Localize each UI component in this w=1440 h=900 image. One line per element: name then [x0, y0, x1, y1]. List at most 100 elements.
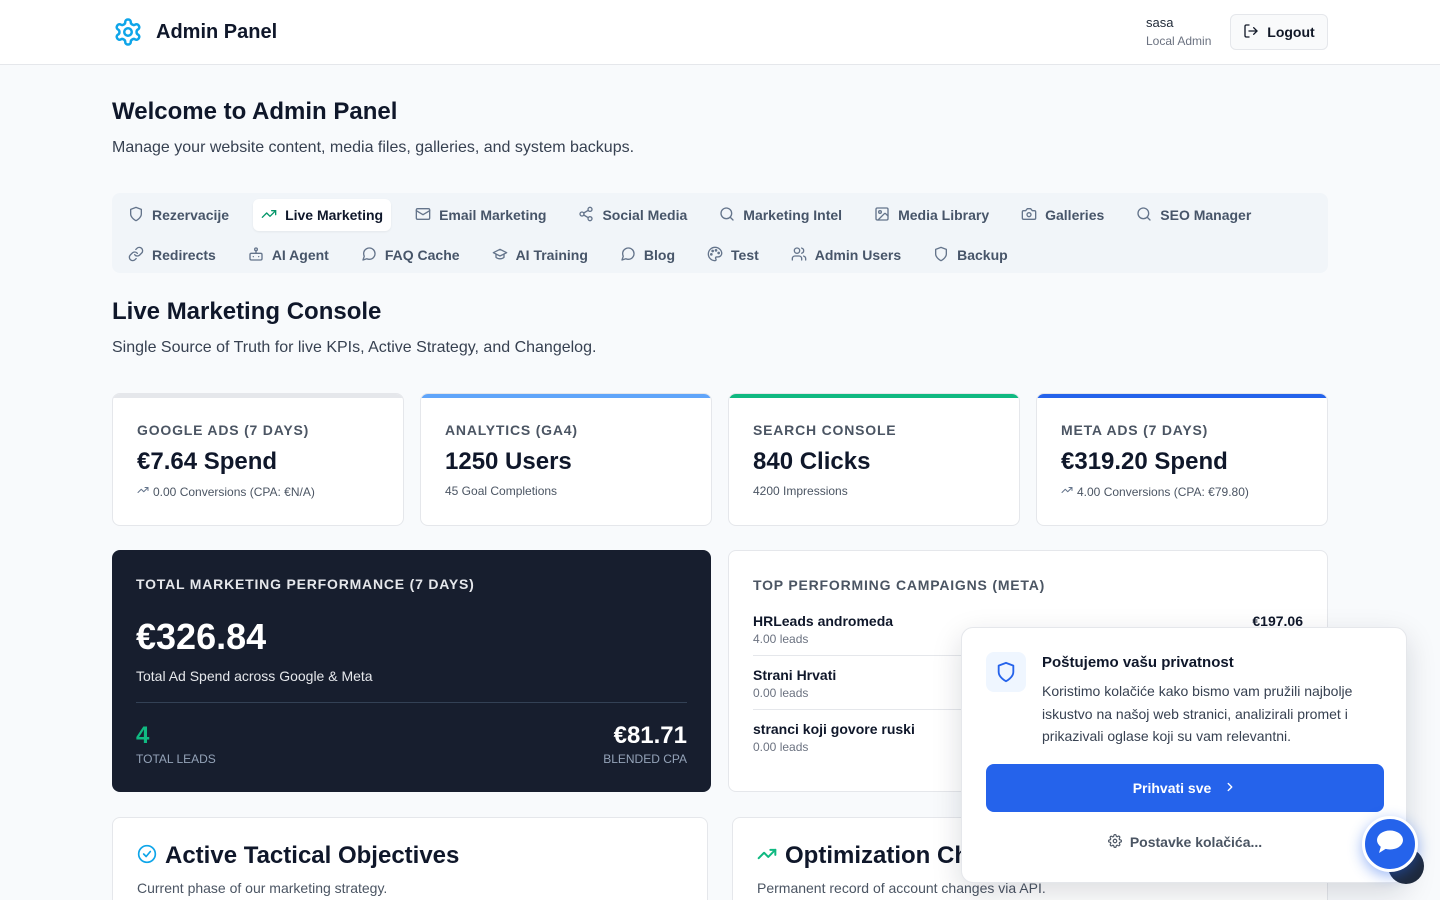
tab-seo-manager[interactable]: SEO Manager [1128, 199, 1259, 231]
kpi-value: 840 Clicks [753, 448, 871, 475]
objectives-header: Active Tactical Objectives [137, 842, 683, 870]
logout-icon [1243, 23, 1259, 42]
cookie-text: Koristimo kolačiće kako bismo vam pružil… [1042, 683, 1353, 744]
campaign-name: HRLeads andromeda [753, 613, 894, 629]
tab-label: AI Training [515, 247, 588, 263]
tab-media-library[interactable]: Media Library [866, 199, 997, 231]
trending-up-icon [261, 206, 277, 225]
tab-admin-users[interactable]: Admin Users [783, 239, 909, 271]
tab-label: Admin Users [814, 247, 902, 263]
kpi-detail: 0.00 Conversions (CPA: €N/A) [137, 484, 379, 499]
users-icon [791, 246, 807, 265]
tab-social-media[interactable]: Social Media [570, 199, 695, 231]
perf-label: TOTAL MARKETING PERFORMANCE (7 DAYS) [136, 576, 475, 592]
objectives-subtitle: Current phase of our marketing strategy. [137, 880, 388, 896]
user-role: Local Admin [1146, 34, 1212, 48]
tab-ai-training[interactable]: AI Training [484, 239, 596, 271]
tab-label: Galleries [1045, 207, 1105, 223]
blended-cpa: €81.71 BLENDED CPA [603, 722, 687, 766]
kpi-detail-text: 4.00 Conversions (CPA: €79.80) [1077, 484, 1249, 499]
changelog-title: Optimization Ch [785, 842, 969, 869]
accept-all-button[interactable]: Prihvati sve [986, 764, 1384, 812]
total-spend: €326.84 [136, 616, 267, 657]
brand[interactable]: Admin Panel [112, 16, 277, 48]
kpi-card-analytics: ANALYTICS (GA4) 1250 Users 45 Goal Compl… [420, 393, 712, 526]
tab-row: Redirects AI Agent FAQ Cache AI Training… [120, 237, 1320, 273]
kpi-value: €7.64 Spend [137, 448, 278, 475]
logout-label: Logout [1267, 24, 1315, 40]
message-square-icon [620, 246, 636, 265]
objectives-card: Active Tactical Objectives Current phase… [112, 817, 708, 900]
campaign-name: Strani Hrvati [753, 667, 837, 683]
total-leads-value: 4 [136, 722, 150, 749]
gear-icon [1107, 833, 1122, 851]
campaign-leads: 4.00 leads [753, 632, 809, 646]
tab-faq-cache[interactable]: FAQ Cache [353, 239, 468, 271]
kpi-detail: 45 Goal Completions [445, 484, 687, 498]
chat-button[interactable] [1362, 816, 1418, 872]
tab-backup[interactable]: Backup [925, 239, 1016, 271]
tab-rezervacije[interactable]: Rezervacije [120, 199, 237, 231]
blended-cpa-label: BLENDED CPA [603, 752, 687, 766]
message-circle-icon [361, 246, 377, 265]
total-leads-label: TOTAL LEADS [136, 752, 216, 766]
kpi-label: SEARCH CONSOLE [753, 422, 897, 438]
tab-live-marketing[interactable]: Live Marketing [253, 199, 392, 231]
user-name: sasa [1146, 15, 1174, 30]
image-icon [874, 206, 890, 225]
section-title: Live Marketing Console [112, 298, 382, 325]
kpi-detail: 4200 Impressions [753, 484, 995, 498]
gear-icon [112, 16, 144, 48]
chevron-right-icon [1223, 780, 1237, 797]
tab-label: Backup [957, 247, 1008, 263]
page-subtitle: Manage your website content, media files… [112, 139, 635, 156]
kpi-card-search-console: SEARCH CONSOLE 840 Clicks 4200 Impressio… [728, 393, 1020, 526]
accent-bar [1037, 394, 1327, 398]
accent-bar [729, 394, 1019, 398]
cookie-consent-banner: Poštujemo vašu privatnost Koristimo kola… [961, 627, 1407, 883]
chat-bubble-icon [1375, 829, 1405, 860]
mail-icon [415, 206, 431, 225]
kpi-label: META ADS (7 DAYS) [1061, 422, 1209, 438]
tab-label: SEO Manager [1160, 207, 1252, 223]
kpi-detail-text: 45 Goal Completions [445, 484, 558, 498]
campaign-leads: 0.00 leads [753, 740, 809, 754]
share-icon [578, 206, 594, 225]
kpi-card-google-ads: GOOGLE ADS (7 DAYS) €7.64 Spend 0.00 Con… [112, 393, 404, 526]
tab-label: Live Marketing [285, 207, 384, 223]
total-spend-description: Total Ad Spend across Google & Meta [136, 668, 373, 684]
page-title: Welcome to Admin Panel [112, 98, 398, 125]
campaign-leads: 0.00 leads [753, 686, 809, 700]
tab-test[interactable]: Test [699, 239, 767, 271]
tab-galleries[interactable]: Galleries [1013, 199, 1112, 231]
objectives-title: Active Tactical Objectives [165, 842, 460, 869]
cookie-settings-button[interactable]: Postavke kolačića... [986, 830, 1384, 854]
accept-all-label: Prihvati sve [1132, 780, 1212, 796]
tab-marketing-intel[interactable]: Marketing Intel [711, 199, 850, 231]
divider [136, 702, 687, 703]
top-header: Admin Panel sasa Local Admin Logout [0, 0, 1440, 65]
tab-label: FAQ Cache [384, 247, 460, 263]
search-icon [719, 206, 735, 225]
tab-blog[interactable]: Blog [612, 239, 683, 271]
search-icon [1136, 206, 1152, 225]
campaigns-title: TOP PERFORMING CAMPAIGNS (META) [753, 577, 1046, 593]
check-circle-icon [137, 844, 157, 869]
tab-ai-agent[interactable]: AI Agent [240, 239, 337, 271]
blended-cpa-value: €81.71 [613, 722, 687, 749]
shield-icon [933, 246, 949, 265]
bot-icon [248, 246, 264, 265]
total-leads: 4 TOTAL LEADS [136, 722, 216, 766]
tab-redirects[interactable]: Redirects [120, 239, 224, 271]
kpi-label: ANALYTICS (GA4) [445, 422, 578, 438]
kpi-value: €319.20 Spend [1061, 448, 1228, 475]
kpi-value: 1250 Users [445, 448, 572, 475]
admin-tabs: Rezervacije Live Marketing Email Marketi… [112, 193, 1328, 273]
link-icon [128, 246, 144, 265]
tab-row: Rezervacije Live Marketing Email Marketi… [120, 197, 1320, 233]
accent-bar [113, 394, 403, 398]
tab-label: Rezervacije [152, 207, 230, 223]
logout-button[interactable]: Logout [1230, 14, 1328, 50]
tab-email-marketing[interactable]: Email Marketing [407, 199, 554, 231]
camera-icon [1021, 206, 1037, 225]
